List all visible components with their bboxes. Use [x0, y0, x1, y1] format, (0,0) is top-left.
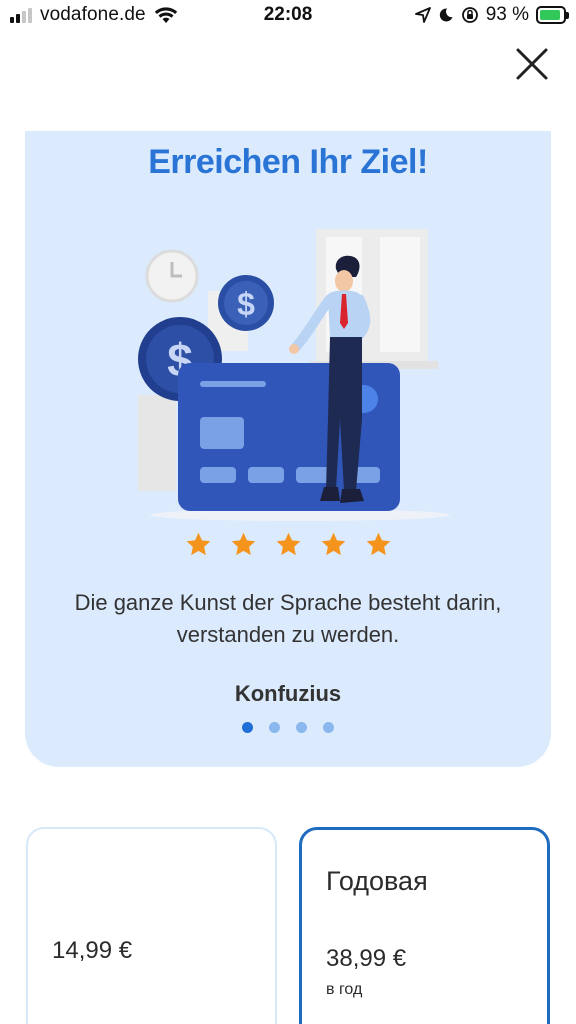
svg-text:$: $	[237, 286, 255, 322]
carousel-pagination	[25, 722, 551, 733]
promo-carousel[interactable]: Erreichen Ihr Ziel! $ $ Die ganze Kunst …	[25, 131, 551, 767]
plan-card-yearly[interactable]: Годовая 38,99 € в год	[299, 827, 550, 1024]
quote-text: Die ganze Kunst der Sprache besteht dari…	[74, 590, 502, 647]
status-bar: vodafone.de 22:08 93 %	[0, 0, 576, 34]
plan-price: 38,99 €	[326, 945, 407, 972]
plan-price: 14,99 €	[52, 937, 133, 964]
location-icon	[414, 7, 431, 23]
status-bar-right: 93 %	[414, 4, 569, 26]
star-icon	[366, 532, 390, 556]
pagination-dot[interactable]	[296, 722, 307, 733]
orientation-lock-icon	[461, 7, 478, 23]
rating-stars	[25, 531, 551, 558]
star-icon	[276, 532, 300, 556]
close-icon	[516, 48, 548, 80]
credit-card-illustration: $ $	[138, 229, 450, 521]
star-icon	[186, 532, 210, 556]
moon-icon	[439, 8, 453, 22]
battery-icon	[536, 6, 569, 24]
pagination-dot[interactable]	[269, 722, 280, 733]
pagination-dot[interactable]	[242, 722, 253, 733]
promo-title: Erreichen Ihr Ziel!	[148, 143, 428, 181]
star-icon	[231, 532, 255, 556]
plan-period: в год	[326, 981, 363, 998]
battery-percent: 93 %	[485, 4, 529, 25]
quote-author: Konfuzius	[234, 681, 342, 706]
close-button[interactable]	[510, 42, 554, 86]
plan-card-monthly[interactable]: 14,99 €	[26, 827, 277, 1024]
plan-name: Годовая	[326, 866, 428, 896]
pagination-dot[interactable]	[323, 722, 334, 733]
star-icon	[321, 532, 345, 556]
